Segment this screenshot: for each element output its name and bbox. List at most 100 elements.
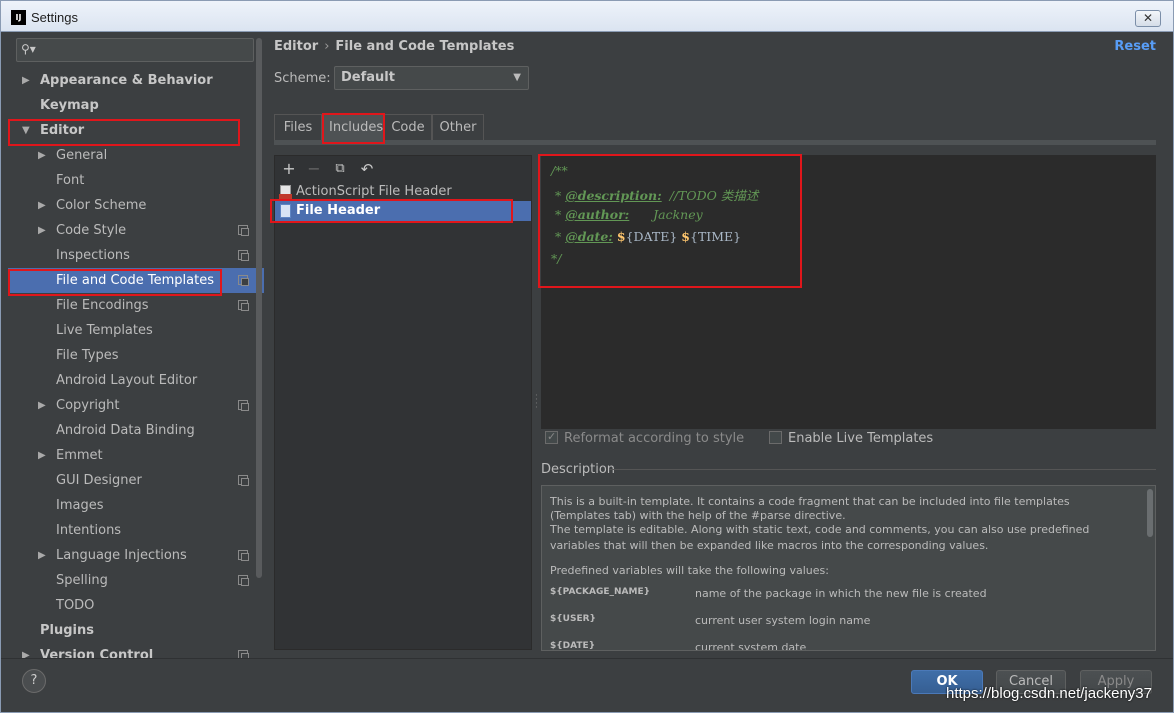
splitter-handle[interactable]: · · · · xyxy=(535,392,538,413)
tab-code[interactable]: Code xyxy=(384,114,432,140)
description-panel: This is a built-in template. It contains… xyxy=(541,485,1156,651)
tab-underline xyxy=(274,140,1156,145)
tab-other[interactable]: Other xyxy=(432,114,484,140)
sidebar-item-inspections[interactable]: Inspections xyxy=(8,243,264,268)
expand-arrow-icon: ▶ xyxy=(38,200,46,211)
sidebar-item-label: General xyxy=(56,148,108,163)
description-scrollbar[interactable] xyxy=(1147,489,1153,537)
breadcrumb-editor: Editor xyxy=(274,39,319,54)
reset-template-button[interactable]: ↶ xyxy=(357,158,377,180)
sidebar-item-appearance-behavior[interactable]: ▶ Appearance & Behavior xyxy=(8,68,264,93)
copy-icon: ⧉ xyxy=(335,161,345,176)
template-code-editor[interactable]: /** * @description: //TODO 类描述 * @author… xyxy=(541,155,1156,429)
chevron-down-icon: ▼ xyxy=(513,72,521,83)
sidebar-item-keymap[interactable]: Keymap xyxy=(8,93,264,118)
sidebar-item-images[interactable]: Images xyxy=(8,493,264,518)
tab-files[interactable]: Files xyxy=(274,114,322,140)
sidebar-item-file-types[interactable]: File Types xyxy=(8,343,264,368)
code-line: /** xyxy=(551,163,568,178)
project-scope-icon xyxy=(238,250,249,261)
settings-search-input[interactable]: ⚲▾ xyxy=(16,38,254,62)
sidebar-item-spelling[interactable]: Spelling xyxy=(8,568,264,593)
reformat-checkbox[interactable]: Reformat according to style xyxy=(545,429,745,449)
code-token: //TODO 类描述 xyxy=(661,188,759,203)
sidebar-item-label: Appearance & Behavior xyxy=(40,73,213,88)
project-scope-icon xyxy=(238,550,249,561)
sidebar-item-file-code-templates[interactable]: File and Code Templates xyxy=(8,268,264,293)
description-text: variables that will then be expanded lik… xyxy=(550,539,989,552)
sidebar-scrollbar[interactable] xyxy=(256,38,262,578)
reformat-label: Reformat according to style xyxy=(564,431,745,446)
expand-arrow-icon: ▶ xyxy=(22,75,30,86)
sidebar-item-label: Version Control xyxy=(40,648,154,658)
list-item-label: File Header xyxy=(296,203,381,218)
remove-template-button[interactable]: − xyxy=(304,158,324,180)
sidebar-item-font[interactable]: Font xyxy=(8,168,264,193)
bottom-divider xyxy=(1,658,1173,659)
sidebar-item-label: Font xyxy=(56,173,85,188)
sidebar-item-color-scheme[interactable]: ▶ Color Scheme xyxy=(8,193,264,218)
description-divider xyxy=(609,469,1156,470)
description-text: The template is editable. Along with sta… xyxy=(550,523,1090,536)
sidebar-item-label: Copyright xyxy=(56,398,120,413)
reset-link[interactable]: Reset xyxy=(1114,39,1156,54)
sidebar-item-label: Editor xyxy=(40,123,85,138)
window-close-button[interactable]: ✕ xyxy=(1135,10,1161,27)
code-line: * @description: //TODO 类描述 xyxy=(551,185,758,204)
sidebar-item-gui-designer[interactable]: GUI Designer xyxy=(8,468,264,493)
sidebar-item-version-control[interactable]: ▶ Version Control xyxy=(8,643,264,658)
add-template-button[interactable]: + xyxy=(279,158,299,180)
project-scope-icon xyxy=(238,475,249,486)
expand-arrow-icon: ▶ xyxy=(38,150,46,161)
breadcrumb-separator: › xyxy=(324,39,330,54)
template-list-panel: + − ⧉ ↶ ActionScript File Header File He… xyxy=(274,155,532,650)
sidebar-item-android-data-binding[interactable]: Android Data Binding xyxy=(8,418,264,443)
template-var-dollar: $ xyxy=(681,229,690,244)
sidebar-item-emmet[interactable]: ▶ Emmet xyxy=(8,443,264,468)
help-button[interactable]: ? xyxy=(22,669,46,693)
sidebar-item-general[interactable]: ▶ General xyxy=(8,143,264,168)
sidebar-item-intentions[interactable]: Intentions xyxy=(8,518,264,543)
sidebar-item-label: Code Style xyxy=(56,223,127,238)
description-text: Predefined variables will take the follo… xyxy=(550,564,829,577)
description-text: This is a built-in template. It contains… xyxy=(550,495,1070,508)
javadoc-tag: @author: xyxy=(565,207,630,222)
template-toolbar: + − ⧉ ↶ xyxy=(275,156,531,182)
sidebar-item-label: Language Injections xyxy=(56,548,187,563)
sidebar-item-label: Spelling xyxy=(56,573,108,588)
code-token: * xyxy=(551,207,566,222)
scheme-dropdown[interactable]: Default ▼ xyxy=(334,66,529,90)
list-item-label: ActionScript File Header xyxy=(296,184,452,199)
var-value: current user system login name xyxy=(695,614,871,627)
code-token: Jackney xyxy=(629,207,703,222)
watermark-url: https://blog.csdn.net/jackeny37 xyxy=(946,685,1152,702)
sidebar-item-plugins[interactable]: Plugins xyxy=(8,618,264,643)
tab-includes[interactable]: Includes xyxy=(322,114,384,140)
sidebar-item-editor[interactable]: ▼ Editor xyxy=(8,118,264,143)
sidebar-item-live-templates[interactable]: Live Templates xyxy=(8,318,264,343)
code-line: */ xyxy=(551,251,562,266)
project-scope-icon xyxy=(238,650,249,658)
javadoc-tag: @date: xyxy=(565,229,613,244)
project-scope-icon xyxy=(238,275,249,286)
sidebar-item-file-encodings[interactable]: File Encodings xyxy=(8,293,264,318)
var-name: ${USER} xyxy=(550,614,596,624)
list-item-actionscript-header[interactable]: ActionScript File Header xyxy=(275,182,531,202)
scheme-value: Default xyxy=(341,70,395,85)
javadoc-tag: @description: xyxy=(565,188,662,203)
collapse-arrow-icon: ▼ xyxy=(22,125,30,136)
sidebar-item-label: File Types xyxy=(56,348,119,363)
copy-template-button[interactable]: ⧉ xyxy=(330,158,350,180)
sidebar-item-label: Images xyxy=(56,498,104,513)
sidebar-item-copyright[interactable]: ▶ Copyright xyxy=(8,393,264,418)
code-token: * xyxy=(551,229,566,244)
enable-live-templates-checkbox[interactable]: Enable Live Templates xyxy=(769,431,933,449)
list-item-file-header[interactable]: File Header xyxy=(275,201,531,221)
sidebar-item-android-layout-editor[interactable]: Android Layout Editor xyxy=(8,368,264,393)
minus-icon: − xyxy=(307,159,321,178)
sidebar-item-code-style[interactable]: ▶ Code Style xyxy=(8,218,264,243)
sidebar-item-todo[interactable]: TODO xyxy=(8,593,264,618)
sidebar-item-label: Plugins xyxy=(40,623,94,638)
sidebar-item-label: Keymap xyxy=(40,98,99,113)
sidebar-item-language-injections[interactable]: ▶ Language Injections xyxy=(8,543,264,568)
